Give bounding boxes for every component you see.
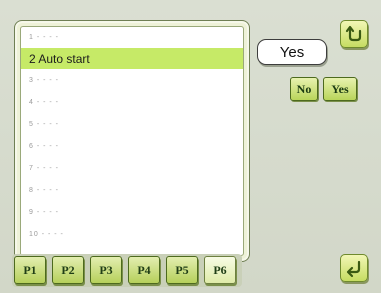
tab-p1[interactable]: P1 xyxy=(14,256,46,284)
list-item-label: 3 - - - - xyxy=(29,77,59,84)
list-item-label: 6 - - - - xyxy=(29,143,59,150)
list-item-4[interactable]: 4 - - - - xyxy=(21,92,243,113)
tab-p5[interactable]: P5 xyxy=(166,256,198,284)
list-item-label: 2 Auto start xyxy=(29,51,90,66)
enter-return-icon xyxy=(346,260,361,278)
list-item-label: 1 - - - - xyxy=(29,34,59,41)
list-item-3[interactable]: 3 - - - - xyxy=(21,70,243,91)
tab-p6-label: P6 xyxy=(213,262,227,277)
list-item-8[interactable]: 8 - - - - xyxy=(21,180,243,201)
enter-button[interactable] xyxy=(340,254,368,282)
tab-p4[interactable]: P4 xyxy=(128,256,160,284)
no-button[interactable]: No xyxy=(290,77,318,101)
list-item-1[interactable]: 1 - - - - xyxy=(21,27,243,48)
yes-button[interactable]: Yes xyxy=(323,77,357,101)
list-item-label: 9 - - - - xyxy=(29,209,59,216)
list-item-label: 8 - - - - xyxy=(29,187,59,194)
list-item-7[interactable]: 7 - - - - xyxy=(21,158,243,179)
back-button[interactable] xyxy=(340,20,368,48)
list-item-label: 10 - - - - xyxy=(29,231,64,238)
list-item-9[interactable]: 9 - - - - xyxy=(21,202,243,223)
list-item-10[interactable]: 10 - - - - xyxy=(21,224,243,245)
current-value-display: Yes xyxy=(257,39,327,65)
tab-p6[interactable]: P6 xyxy=(204,256,236,284)
list-item-label: 4 - - - - xyxy=(29,99,59,106)
list-item-label: 7 - - - - xyxy=(29,165,59,172)
tab-p3-label: P3 xyxy=(99,262,113,277)
tab-p2-label: P2 xyxy=(61,262,75,277)
tab-p3[interactable]: P3 xyxy=(90,256,122,284)
tab-p5-label: P5 xyxy=(175,262,189,277)
tab-p4-label: P4 xyxy=(137,262,151,277)
screen: 1 - - - - 2 Auto start 3 - - - - 4 - - -… xyxy=(0,0,381,293)
no-button-label: No xyxy=(296,81,312,96)
tab-p1-label: P1 xyxy=(23,262,37,277)
list-item-label: 5 - - - - xyxy=(29,121,59,128)
return-arrow-icon xyxy=(345,25,362,42)
list-item-5[interactable]: 5 - - - - xyxy=(21,114,243,135)
list-item-2-selected[interactable]: 2 Auto start xyxy=(21,48,243,69)
parameter-list: 1 - - - - 2 Auto start 3 - - - - 4 - - -… xyxy=(20,26,244,256)
parameter-list-frame: 1 - - - - 2 Auto start 3 - - - - 4 - - -… xyxy=(14,20,250,262)
tab-p2[interactable]: P2 xyxy=(52,256,84,284)
list-item-6[interactable]: 6 - - - - xyxy=(21,136,243,157)
yes-button-label: Yes xyxy=(331,81,349,96)
current-value-text: Yes xyxy=(279,43,305,61)
